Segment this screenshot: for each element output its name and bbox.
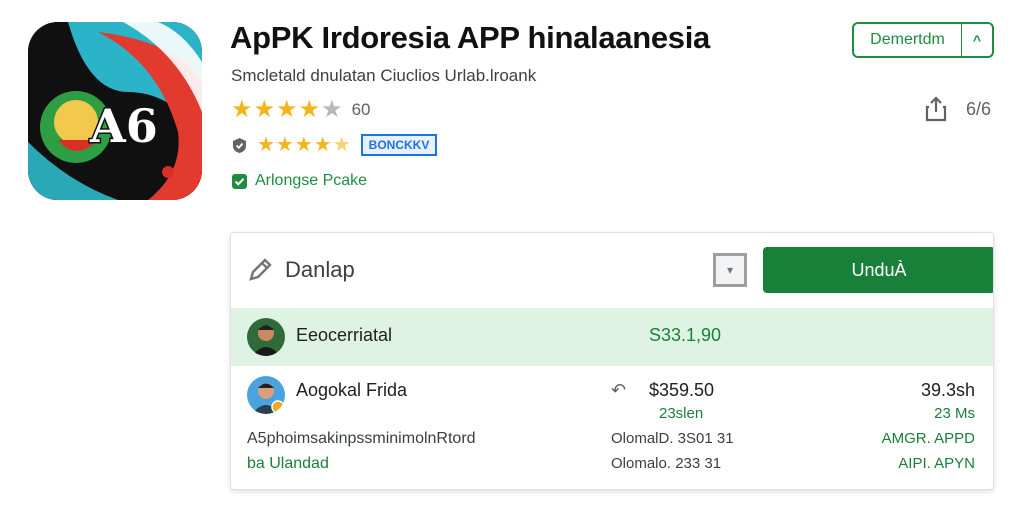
svg-text:A6: A6 [89,99,158,153]
row-right-value: 39.3sh [920,380,975,400]
detail-mid: Olomalo. 233 31 [611,455,722,472]
verified-label: Arlongse Pcake [255,172,368,189]
card-header: Danlap ▾ UnduÀ [231,233,993,307]
app-title: ApPK Irdoresia APP hinalaanesia [230,20,710,55]
share-count: 6/6 [966,98,992,119]
detail-left: A5phoimsakinpssminimolnRtord [247,430,476,447]
row-amount-sub: 23slen [659,405,704,422]
avatar [247,318,285,356]
card-title: Danlap [285,257,355,282]
share-area: 6/6 [924,96,991,122]
share-icon[interactable] [924,96,948,122]
app-subtitle: Smcletald dnulatan Ciuclios Urlab.lroank [231,66,537,85]
verified-check-icon [232,173,247,189]
app-icon: A6 [28,22,202,200]
star-rating: ★★★★★ [231,96,344,123]
verified-row: Arlongse Pcake [231,172,367,190]
avatar [247,376,285,414]
editor-badge: BONCKKV [360,134,438,156]
row-name: Eeocerriatal [296,325,393,345]
detail-right: AIPI. APYN [898,455,975,472]
download-button-label: UnduÀ [851,259,907,280]
chevron-up-icon[interactable]: ^ [962,32,992,48]
detail-mid: OlomalD. 3S01 31 [611,430,734,447]
star-rating-small: ★★★★★ [257,134,352,156]
secondary-rating-row: ★★★★★ BONCKKV [231,134,438,156]
reply-arrow-icon[interactable]: ↶ [611,380,626,401]
detail-left-link[interactable]: ba Ulandad [247,455,329,473]
row-name: Aogokal Frida [296,380,408,400]
rating-count: 60 [351,100,371,119]
download-button[interactable]: UnduÀ [763,247,993,293]
rating-row: ★★★★★ 60 [231,98,371,122]
row-amount: S33.1,90 [649,325,722,345]
pencil-icon[interactable] [247,257,273,283]
highlighted-row[interactable]: Eeocerriatal S33.1,90 [231,308,993,366]
install-button-label: Demertdm [870,31,945,48]
download-card: Danlap ▾ UnduÀ Eeocerriatal S33.1,90 Aog… [230,232,994,490]
detail-right: AMGR. APPD [881,430,975,447]
row-right-sub: 23 Ms [934,405,975,422]
row-amount: $359.50 [649,380,715,400]
caret-down-icon: ▾ [726,263,734,277]
dropdown-toggle[interactable]: ▾ [713,253,747,287]
shield-icon [233,137,246,153]
install-dropdown-button[interactable]: Demertdm ^ [852,22,994,58]
